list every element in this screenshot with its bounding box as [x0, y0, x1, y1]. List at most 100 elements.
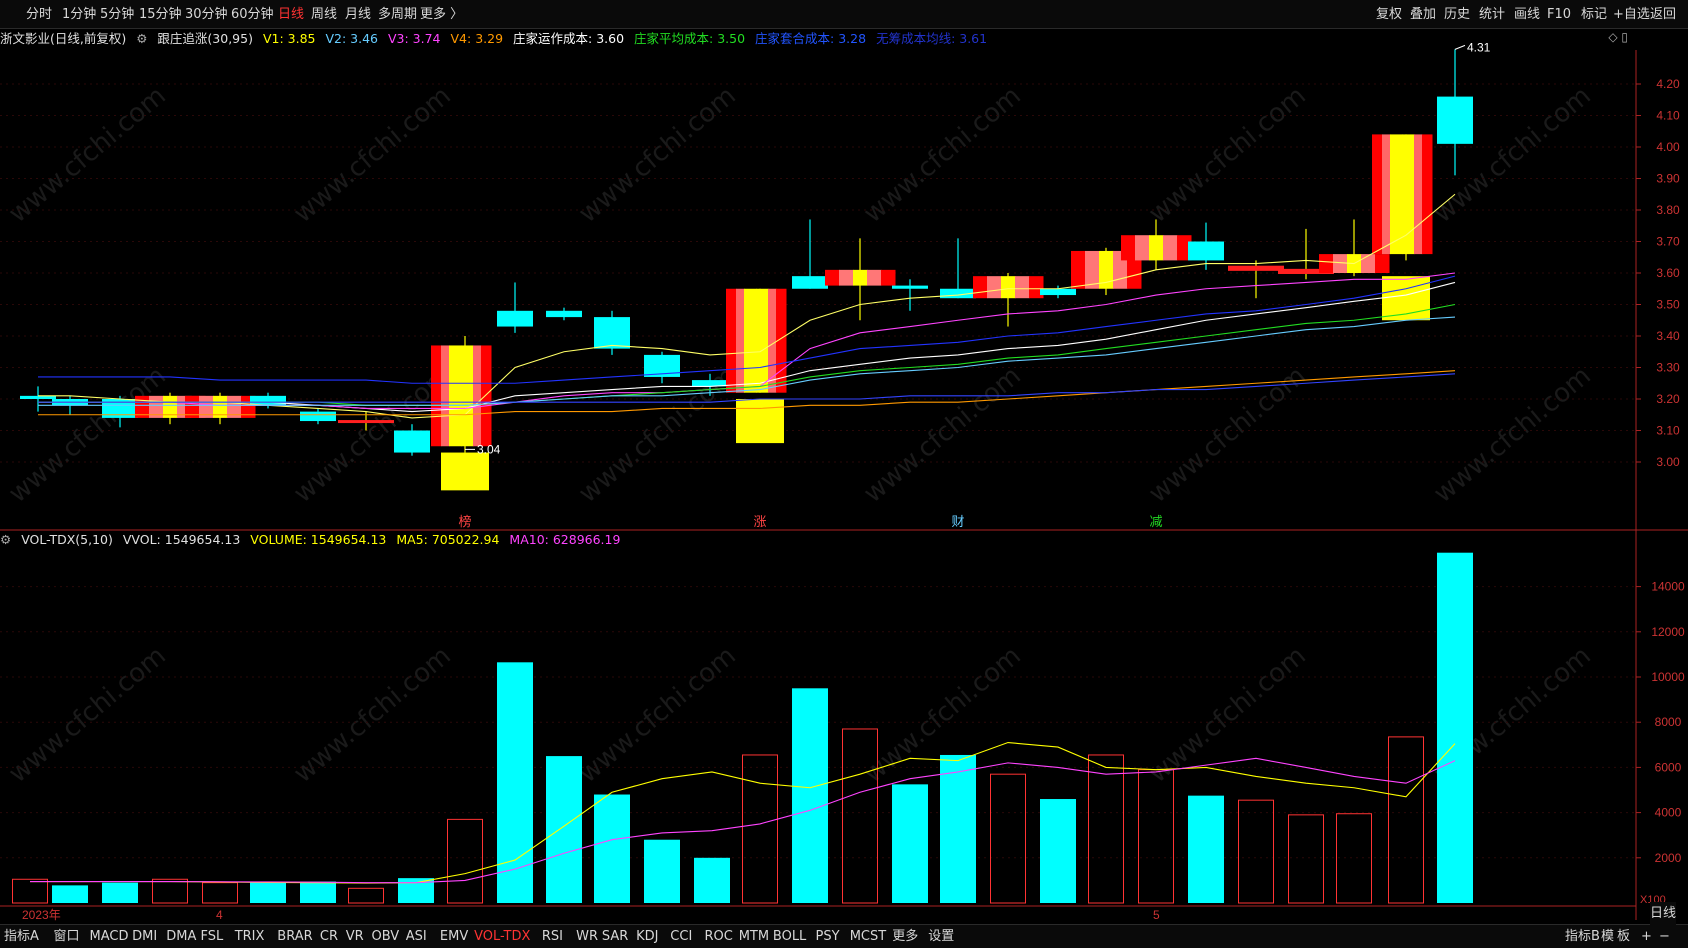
indicator-tab-10[interactable]: EMV — [440, 925, 468, 948]
candle-body-small — [1228, 265, 1284, 271]
candle-body-small — [338, 420, 394, 424]
vol-tick-label: 4000 — [1655, 806, 1682, 820]
indicator-tab-2[interactable]: DMA — [166, 925, 196, 948]
candle-stripe — [1382, 134, 1391, 255]
candle-body-down — [792, 276, 828, 289]
indicator-tab-17[interactable]: ROC — [705, 925, 733, 948]
volume-bar-up — [1336, 813, 1372, 904]
indicator-tab-9[interactable]: ASI — [406, 925, 427, 948]
low-price-label: 3.04 — [477, 442, 501, 456]
signal-label: 涨 — [753, 515, 766, 530]
bottom-left-0[interactable]: 指标A — [4, 925, 39, 948]
indicator-tab-7[interactable]: VR — [346, 925, 364, 948]
bottom-right-4[interactable]: − — [1659, 925, 1670, 948]
price-tick-label: 4.20 — [1656, 77, 1680, 91]
indicator-tab-0[interactable]: MACD — [90, 925, 129, 948]
candle-body-down — [497, 310, 533, 327]
candle-stripe — [1375, 254, 1390, 273]
indicator-tab-3[interactable]: FSL — [201, 925, 224, 948]
volume-bar-down — [1040, 799, 1076, 903]
volume-bar-down — [792, 688, 828, 903]
indicator-tab-13[interactable]: WR — [576, 925, 598, 948]
volume-bar-up — [12, 878, 48, 904]
volume-bar-up — [742, 754, 778, 904]
volume-bar-up — [1238, 799, 1274, 904]
candle-stripe — [1015, 276, 1030, 299]
candle-body-down — [1437, 96, 1473, 144]
candle-stripe — [756, 288, 769, 393]
volume-bar-down — [546, 756, 582, 903]
volume-bar-up — [1088, 754, 1124, 904]
candle-stripe — [867, 269, 882, 286]
volume-bar-down — [1188, 795, 1224, 903]
indicator-tab-20[interactable]: PSY — [816, 925, 840, 948]
candle-stripe — [973, 276, 988, 299]
bottom-right-1[interactable]: 模 — [1601, 925, 1614, 948]
candle-stripe — [853, 269, 868, 286]
candle-body-down — [1188, 241, 1224, 261]
price-tick-label: 3.70 — [1656, 235, 1680, 249]
volume-bar-down — [300, 881, 336, 903]
candle-stripe — [1319, 254, 1334, 273]
price-tick-label: 3.30 — [1656, 361, 1680, 375]
indicator-tab-8[interactable]: OBV — [372, 925, 400, 948]
volume-bar-down — [1437, 552, 1473, 903]
kline-chart[interactable]: 4.20 4.10 4.00 3.90 3.80 3.70 3.60 3.50 3.40 3.30… — [0, 0, 1688, 947]
candle-body-down — [300, 411, 336, 422]
volume-bar-down — [102, 882, 138, 903]
indicator-tab-6[interactable]: CR — [320, 925, 338, 948]
volume-bar-up — [447, 818, 483, 904]
date-label: 5 — [1153, 908, 1160, 922]
indicator-tab-5[interactable]: BRAR — [277, 925, 312, 948]
vol-tick-label: 2000 — [1655, 851, 1682, 865]
volume-bar-down — [940, 754, 976, 903]
indicator-tab-22[interactable]: 更多 — [892, 925, 918, 948]
candle-stripe — [1001, 276, 1016, 299]
candle-stripe — [825, 269, 840, 286]
candle-stripe — [473, 345, 482, 447]
indicator-tab-23[interactable]: 设置 — [928, 925, 954, 948]
volume-bar-up — [842, 728, 878, 904]
price-tick-label: 4.00 — [1656, 140, 1680, 154]
date-label: 4 — [216, 908, 223, 922]
indicator-tab-4[interactable]: TRIX — [235, 925, 265, 948]
price-tick-label: 3.90 — [1656, 172, 1680, 186]
indicator-tab-11[interactable]: VOL-TDX — [474, 925, 530, 948]
indicator-tab-14[interactable]: SAR — [602, 925, 628, 948]
bottom-right-0[interactable]: 指标B — [1565, 925, 1600, 948]
vol-tick-label: 14000 — [1651, 580, 1685, 594]
volume-bar-up — [202, 882, 238, 904]
volume-bar-down — [250, 881, 286, 903]
indicator-tab-18[interactable]: MTM — [739, 925, 769, 948]
candle-stripe — [1071, 250, 1086, 289]
candle-stripe — [736, 288, 745, 393]
volume-bar-up — [1388, 736, 1424, 904]
indicator-tab-12[interactable]: RSI — [542, 925, 563, 948]
price-tick-label: 3.10 — [1656, 424, 1680, 438]
candle-stripe — [1121, 235, 1136, 261]
bottom-right-2[interactable]: 板 — [1617, 925, 1630, 948]
bottom-right-3[interactable]: + — [1641, 925, 1652, 948]
candle-body-down — [1040, 288, 1076, 296]
volume-bar-down — [497, 662, 533, 903]
indicator-tab-1[interactable]: DMI — [132, 925, 157, 948]
candle-stripe — [1163, 235, 1178, 261]
volume-bar-up — [1288, 814, 1324, 904]
period-indicator-label: 日线 — [1650, 902, 1677, 925]
bottom-left-1[interactable]: 窗口 — [54, 925, 80, 948]
price-tick-label: 4.10 — [1656, 109, 1680, 123]
indicator-tab-19[interactable]: BOLL — [773, 925, 806, 948]
price-tick-label: 3.50 — [1656, 298, 1680, 312]
price-tick-label: 3.20 — [1656, 392, 1680, 406]
indicator-tab-21[interactable]: MCST — [850, 925, 887, 948]
signal-label: 榜 — [458, 514, 471, 530]
price-tick-label: 3.40 — [1656, 329, 1680, 343]
vol-tick-label: 12000 — [1651, 625, 1685, 639]
candle-body-down — [394, 430, 430, 453]
candle-stripe — [1422, 134, 1433, 255]
indicator-tab-15[interactable]: KDJ — [636, 925, 658, 948]
indicator-tab-16[interactable]: CCI — [670, 925, 692, 948]
candle-stripe — [449, 345, 462, 447]
volume-bar-up — [348, 887, 384, 904]
candle-stripe — [1135, 235, 1150, 261]
